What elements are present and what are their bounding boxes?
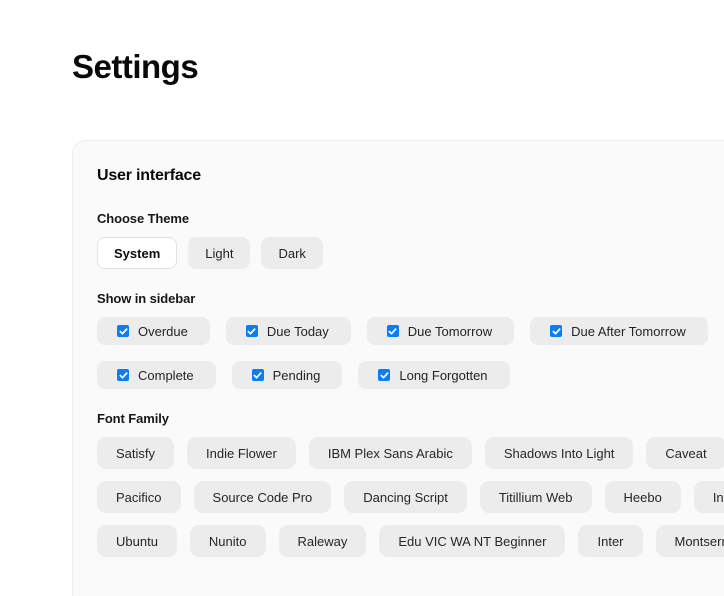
font-family-row: Pacifico Source Code Pro Dancing Script Tit… <box>97 481 724 513</box>
page-title: Settings <box>72 48 199 85</box>
theme-option-dark[interactable]: Dark <box>261 237 323 269</box>
settings-page: Settings User interface Choose Theme Sys… <box>0 0 724 596</box>
show-in-sidebar-section: Show in sidebar Overdue Due Today Due Tomo… <box>97 291 724 389</box>
font-option-edu-vic-wa-nt-beginner[interactable]: Edu VIC WA NT Beginner <box>379 525 566 557</box>
sidebar-checkbox-due-today[interactable]: Due Today <box>225 317 351 345</box>
font-family-options: Satisfy Indie Flower IBM Plex Sans Arabic S… <box>97 437 724 557</box>
font-option-titillium-web[interactable]: Titillium Web <box>479 481 592 513</box>
font-option-pacifico[interactable]: Pacifico <box>97 481 181 513</box>
theme-option-system[interactable]: System <box>97 237 178 269</box>
font-option-raleway[interactable]: Raleway <box>278 525 367 557</box>
show-in-sidebar-label: Show in sidebar <box>97 291 196 306</box>
font-option-source-code-pro[interactable]: Source Code Pro <box>193 481 332 513</box>
card-title: User interface <box>97 167 201 184</box>
font-option-inter[interactable]: Inter <box>578 525 643 557</box>
sidebar-checkbox-complete[interactable]: Complete <box>97 361 216 389</box>
theme-option-light[interactable]: Light <box>188 237 251 269</box>
font-family-label: Font Family <box>97 411 169 426</box>
font-option-dancing-script[interactable]: Dancing Script <box>344 481 467 513</box>
font-option-caveat[interactable]: Caveat <box>646 437 724 469</box>
font-option-shadows-into-light[interactable]: Shadows Into Light <box>484 437 634 469</box>
font-family-row: Satisfy Indie Flower IBM Plex Sans Arabic S… <box>97 437 724 469</box>
checkmark-icon[interactable] <box>245 325 258 337</box>
sidebar-checkbox-row: Overdue Due Today Due Tomorrow Due After To… <box>97 317 724 345</box>
font-option-heebo[interactable]: Heebo <box>604 481 681 513</box>
font-family-row: Ubuntu Nunito Raleway Edu VIC WA NT Beginne… <box>97 525 724 557</box>
user-interface-card: User interface Choose Theme System Light D… <box>72 140 724 596</box>
font-option-montserrat[interactable]: Montserrat <box>655 525 724 557</box>
sidebar-checkbox-label: Complete <box>138 367 194 383</box>
checkmark-icon[interactable] <box>386 325 399 337</box>
checkmark-icon[interactable] <box>117 369 129 381</box>
checkmark-icon[interactable] <box>550 325 563 337</box>
sidebar-checkbox-due-tomorrow[interactable]: Due Tomorrow <box>366 317 515 345</box>
sidebar-checkbox-pending[interactable]: Pending <box>231 361 343 389</box>
font-option-ubuntu[interactable]: Ubuntu <box>97 525 177 557</box>
choose-theme-label: Choose Theme <box>97 211 189 226</box>
font-family-section: Font Family Satisfy Indie Flower IBM Plex … <box>97 411 724 557</box>
font-option-indie-flower[interactable]: Indie Flower <box>187 437 296 469</box>
sidebar-checkbox-overdue[interactable]: Overdue <box>97 317 210 345</box>
sidebar-checkbox-due-after-tomorrow[interactable]: Due After Tomorrow <box>530 317 708 345</box>
choose-theme-section: Choose Theme System Light Dark <box>97 211 724 269</box>
font-option-satisfy[interactable]: Satisfy <box>97 437 175 469</box>
font-option-nunito[interactable]: Nunito <box>189 525 266 557</box>
checkmark-icon[interactable] <box>378 369 391 381</box>
sidebar-checkbox-label: Overdue <box>138 323 188 339</box>
checkmark-icon[interactable] <box>251 369 264 381</box>
sidebar-checkbox-groups: Overdue Due Today Due Tomorrow Due After To… <box>97 317 724 389</box>
sidebar-checkbox-label: Due Tomorrow <box>407 323 493 339</box>
sidebar-checkbox-label: Pending <box>272 367 321 383</box>
font-option-ibm-plex-sans-arabic[interactable]: IBM Plex Sans Arabic <box>308 437 472 469</box>
sidebar-checkbox-label: Long Forgotten <box>399 367 488 383</box>
checkmark-icon[interactable] <box>117 325 129 337</box>
font-option-inconsolata[interactable]: Inconsolata <box>693 481 724 513</box>
sidebar-checkbox-label: Due Today <box>266 323 329 339</box>
sidebar-checkbox-row: Complete Pending Long Forgotten <box>97 361 724 389</box>
sidebar-checkbox-label: Due After Tomorrow <box>571 323 686 339</box>
theme-options-row: System Light Dark <box>97 237 724 269</box>
sidebar-checkbox-long-forgotten[interactable]: Long Forgotten <box>358 361 510 389</box>
